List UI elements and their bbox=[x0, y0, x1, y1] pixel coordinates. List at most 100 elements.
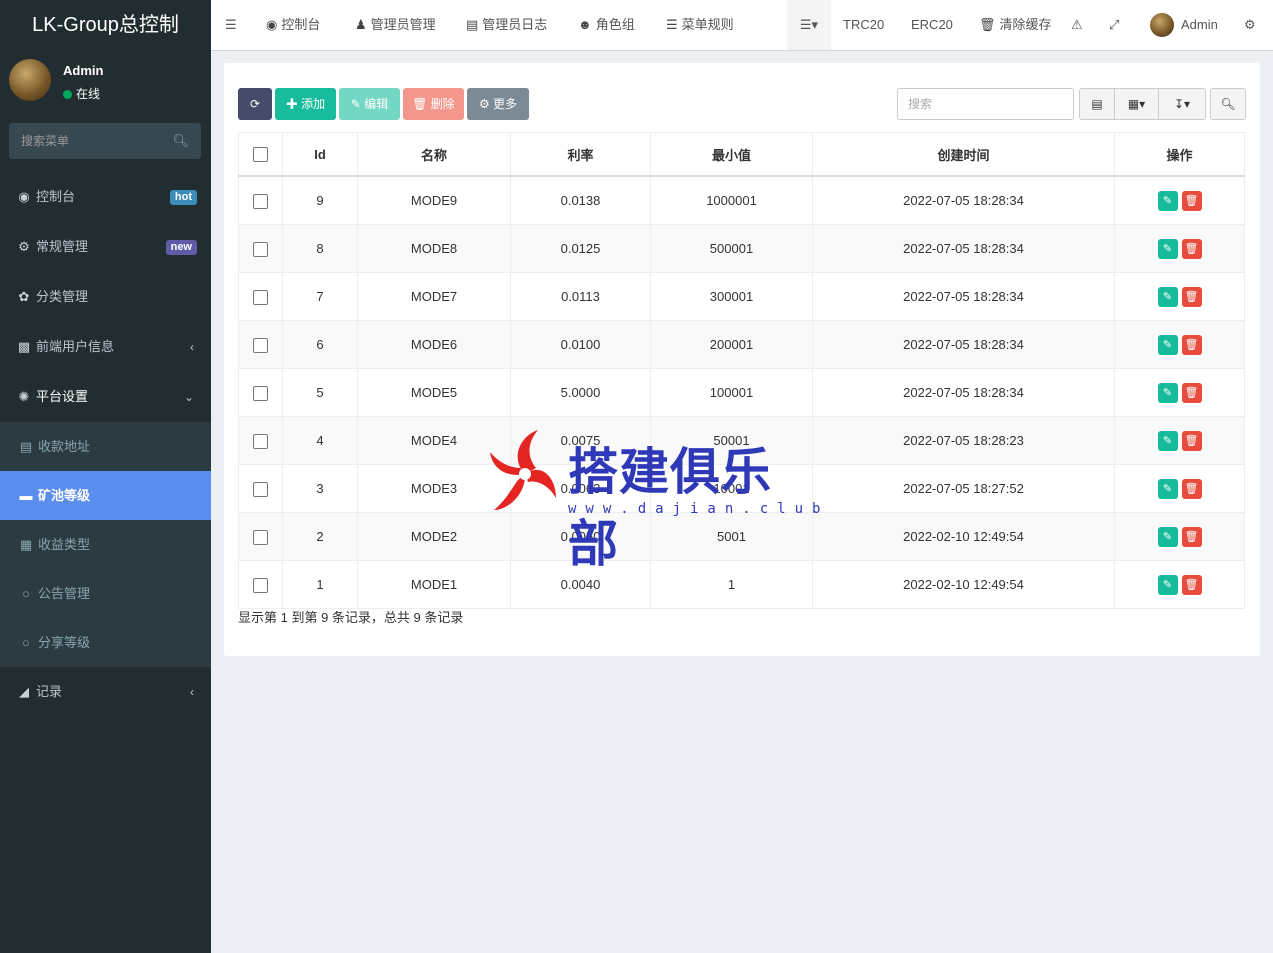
sidebar-item-category[interactable]: ✿ 分类管理 bbox=[0, 272, 211, 322]
nav-trc20[interactable]: TRC20 bbox=[843, 0, 884, 50]
nav-role-group[interactable]: ☻ 角色组 bbox=[578, 0, 635, 50]
sidebar-subitem-pool-level[interactable]: ▬ 矿池等级 bbox=[0, 471, 211, 520]
row-checkbox[interactable] bbox=[253, 193, 268, 209]
row-edit-button[interactable]: ✎ bbox=[1157, 190, 1178, 211]
row-checkbox[interactable] bbox=[253, 289, 268, 305]
sidebar-item-label: 收益类型 bbox=[38, 537, 91, 552]
sidebar-search: 🔍︎ bbox=[9, 123, 201, 159]
add-button[interactable]: ✚ 添加 bbox=[275, 88, 336, 120]
nav-admin-log[interactable]: ▤ 管理员日志 bbox=[466, 0, 547, 50]
row-checkbox[interactable] bbox=[253, 385, 268, 401]
row-edit-button[interactable]: ✎ bbox=[1157, 382, 1178, 403]
table-row[interactable]: 7 MODE7 0.0113 300001 2022-07-05 18:28:34 ✎ 🗑︎ bbox=[238, 272, 1245, 321]
watermark-logo-icon bbox=[490, 430, 556, 510]
control-sidebar-gear-icon[interactable]: ⚙ bbox=[1244, 0, 1256, 50]
table-row[interactable]: 5 MODE5 5.0000 100001 2022-07-05 18:28:34 ✎ 🗑︎ bbox=[238, 368, 1245, 417]
delete-button[interactable]: 🗑︎ 删除 bbox=[403, 88, 464, 120]
cell-min: 300001 bbox=[650, 272, 813, 321]
nav-dashboard[interactable]: ◉ 控制台 bbox=[266, 0, 320, 50]
col-created[interactable]: 创建时间 bbox=[812, 132, 1115, 177]
brand-logo[interactable]: LK-Group总控制 bbox=[0, 0, 211, 50]
columns-button[interactable]: ▦▾ bbox=[1114, 88, 1159, 120]
nav-clear-cache[interactable]: 🗑︎ 清除缓存 bbox=[979, 0, 1052, 50]
nav-menu-rule[interactable]: ☰ 菜单规则 bbox=[666, 0, 734, 50]
sidebar-search-input[interactable] bbox=[9, 123, 173, 159]
row-delete-button[interactable]: 🗑︎ bbox=[1181, 574, 1202, 595]
sidebar-subitem-address[interactable]: ▤ 收款地址 bbox=[0, 422, 211, 471]
translate-icon[interactable]: ⚠︎ bbox=[1071, 0, 1083, 50]
cell-created: 2022-07-05 18:28:34 bbox=[812, 320, 1115, 369]
sidebar-item-frontend-users[interactable]: ▩ 前端用户信息 ‹ bbox=[0, 322, 211, 372]
row-delete-button[interactable]: 🗑︎ bbox=[1181, 430, 1202, 451]
row-select-cell bbox=[238, 368, 283, 417]
list-icon: ☰ bbox=[666, 17, 678, 32]
header-admin-name[interactable]: Admin bbox=[1181, 0, 1218, 50]
row-delete-button[interactable]: 🗑︎ bbox=[1181, 190, 1202, 211]
col-id[interactable]: Id bbox=[282, 132, 358, 177]
row-checkbox[interactable] bbox=[253, 433, 268, 449]
sidebar-item-platform-settings[interactable]: ✺ 平台设置 ⌄ bbox=[0, 372, 211, 422]
edit-button[interactable]: ✎ 编辑 bbox=[339, 88, 400, 120]
row-edit-button[interactable]: ✎ bbox=[1157, 334, 1178, 355]
table-row[interactable]: 9 MODE9 0.0138 1000001 2022-07-05 18:28:34 ✎ 🗑… bbox=[238, 175, 1245, 225]
cell-id: 1 bbox=[282, 560, 358, 609]
sidebar-subitem-announcement[interactable]: ○ 公告管理 bbox=[0, 569, 211, 618]
nav-admin[interactable]: ♟ 管理员管理 bbox=[355, 0, 436, 50]
row-delete-button[interactable]: 🗑︎ bbox=[1181, 286, 1202, 307]
fullscreen-icon[interactable]: ⤢ bbox=[1109, 0, 1119, 50]
list-dropdown-icon: ☰▾ bbox=[799, 17, 819, 32]
col-name[interactable]: 名称 bbox=[357, 132, 511, 177]
row-checkbox[interactable] bbox=[253, 481, 268, 497]
sidebar-subitem-share-level[interactable]: ○ 分享等级 bbox=[0, 618, 211, 667]
row-delete-button[interactable]: 🗑︎ bbox=[1181, 526, 1202, 547]
row-edit-button[interactable]: ✎ bbox=[1157, 478, 1178, 499]
cog-icon: ⚙ bbox=[478, 97, 494, 111]
platform-submenu: ▤ 收款地址 ▬ 矿池等级 ▦ 收益类型 ○ 公告管理 ○ 分享等级 bbox=[0, 422, 211, 667]
refresh-button[interactable]: ⟳ bbox=[238, 88, 272, 120]
row-edit-button[interactable]: ✎ bbox=[1157, 574, 1178, 595]
sidebar-item-general[interactable]: ⚙ 常规管理 new bbox=[0, 222, 211, 272]
hot-badge: hot bbox=[169, 190, 197, 205]
advanced-search-button[interactable]: 🔍︎ bbox=[1210, 88, 1246, 120]
nav-dropdown-toggle[interactable]: ☰▾ bbox=[787, 0, 831, 50]
col-rate[interactable]: 利率 bbox=[510, 132, 651, 177]
cell-name: MODE8 bbox=[357, 224, 511, 273]
row-delete-button[interactable]: 🗑︎ bbox=[1181, 382, 1202, 403]
row-checkbox[interactable] bbox=[253, 241, 268, 257]
col-min[interactable]: 最小值 bbox=[650, 132, 813, 177]
sidebar-toggle-icon[interactable]: ☰ bbox=[225, 0, 237, 50]
nav-erc20[interactable]: ERC20 bbox=[911, 0, 953, 50]
table-search-input[interactable] bbox=[897, 88, 1074, 120]
sidebar-item-records[interactable]: ◢ 记录 ‹ bbox=[0, 667, 211, 717]
row-edit-button[interactable]: ✎ bbox=[1157, 430, 1178, 451]
table-header-row: Id 名称 利率 最小值 创建时间 操作 bbox=[238, 132, 1245, 177]
cell-created: 2022-07-05 18:28:34 bbox=[812, 224, 1115, 273]
more-label: 更多 bbox=[493, 97, 518, 111]
cell-actions: ✎ 🗑︎ bbox=[1114, 224, 1245, 273]
sidebar-subitem-income-type[interactable]: ▦ 收益类型 bbox=[0, 520, 211, 569]
row-delete-button[interactable]: 🗑︎ bbox=[1181, 478, 1202, 499]
row-edit-button[interactable]: ✎ bbox=[1157, 238, 1178, 259]
select-all-checkbox[interactable] bbox=[253, 147, 268, 163]
nav-label: 菜单规则 bbox=[681, 17, 734, 32]
sidebar-item-dashboard[interactable]: ◉ 控制台 hot bbox=[0, 172, 211, 222]
table-row[interactable]: 6 MODE6 0.0100 200001 2022-07-05 18:28:34 ✎ 🗑︎ bbox=[238, 320, 1245, 369]
cell-min: 1000001 bbox=[650, 175, 813, 225]
export-button[interactable]: ↧▾ bbox=[1158, 88, 1206, 120]
row-checkbox[interactable] bbox=[253, 577, 268, 593]
row-edit-button[interactable]: ✎ bbox=[1157, 526, 1178, 547]
row-delete-button[interactable]: 🗑︎ bbox=[1181, 334, 1202, 355]
row-select-cell bbox=[238, 224, 283, 273]
toggle-view-button[interactable]: ▤ bbox=[1079, 88, 1115, 120]
row-checkbox[interactable] bbox=[253, 337, 268, 353]
refresh-icon: ⟳ bbox=[249, 97, 261, 111]
more-button[interactable]: ⚙ 更多 bbox=[467, 88, 529, 120]
table-row[interactable]: 8 MODE8 0.0125 500001 2022-07-05 18:28:34 ✎ 🗑︎ bbox=[238, 224, 1245, 273]
row-edit-button[interactable]: ✎ bbox=[1157, 286, 1178, 307]
search-icon[interactable]: 🔍︎ bbox=[172, 133, 189, 149]
row-delete-button[interactable]: 🗑︎ bbox=[1181, 238, 1202, 259]
row-checkbox[interactable] bbox=[253, 529, 268, 545]
col-actions: 操作 bbox=[1114, 132, 1245, 177]
trash-icon: 🗑︎ bbox=[412, 97, 431, 111]
header-avatar[interactable] bbox=[1150, 13, 1174, 37]
